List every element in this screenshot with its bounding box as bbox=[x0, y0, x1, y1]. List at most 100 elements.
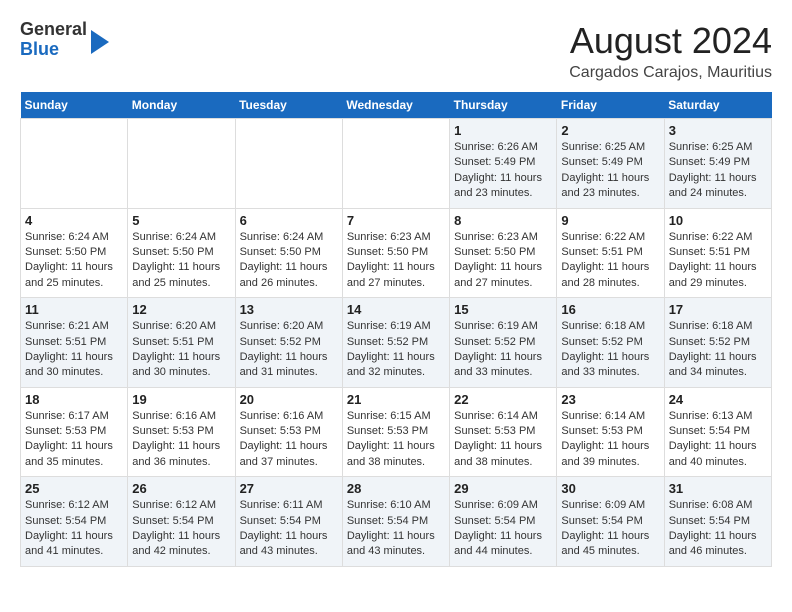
sunset-info: Sunset: 5:51 PM bbox=[669, 246, 750, 258]
calendar-table: SundayMondayTuesdayWednesdayThursdayFrid… bbox=[20, 92, 772, 567]
daylight-hours: Daylight: 11 hours and 32 minutes. bbox=[347, 351, 435, 378]
daylight-hours: Daylight: 11 hours and 26 minutes. bbox=[240, 261, 328, 288]
day-number: 29 bbox=[454, 481, 552, 496]
day-header-thursday: Thursday bbox=[450, 92, 557, 119]
calendar-cell: 26Sunrise: 6:12 AMSunset: 5:54 PMDayligh… bbox=[128, 477, 235, 567]
calendar-cell: 3 Sunrise: 6:25 AMSunset: 5:49 PMDaylight… bbox=[664, 119, 771, 209]
sunset-info: Sunset: 5:50 PM bbox=[454, 246, 535, 258]
day-header-wednesday: Wednesday bbox=[342, 92, 449, 119]
calendar-body: 1 Sunrise: 6:26 AM Sunset: 5:49 PM Daylight… bbox=[21, 119, 772, 567]
daylight-hours: Daylight: 11 hours and 42 minutes. bbox=[132, 530, 220, 557]
daylight-hours: Daylight: 11 hours and 39 minutes. bbox=[561, 440, 649, 467]
sunrise-info: Sunrise: 6:18 AM bbox=[561, 320, 645, 332]
daylight-hours: Daylight: 11 hours and 27 minutes. bbox=[347, 261, 435, 288]
day-number: 28 bbox=[347, 481, 445, 496]
calendar-cell: 15Sunrise: 6:19 AMSunset: 5:52 PMDayligh… bbox=[450, 298, 557, 388]
calendar-cell: 24 Sunrise: 6:13 AMSunset: 5:54 PMDayligh… bbox=[664, 387, 771, 477]
sunrise-info: Sunrise: 6:08 AM bbox=[669, 499, 753, 511]
calendar-cell: 5Sunrise: 6:24 AMSunset: 5:50 PMDaylight… bbox=[128, 208, 235, 298]
sunset-info: Sunset: 5:52 PM bbox=[347, 336, 428, 348]
calendar-cell: 28 Sunrise: 6:10 AM Sunset: 5:54 PM Dayligh… bbox=[342, 477, 449, 567]
day-info: Sunrise: 6:24 AMSunset: 5:50 PMDaylight:… bbox=[25, 230, 123, 292]
sunset-info: Sunset: 5:52 PM bbox=[669, 336, 750, 348]
daylight-hours: Daylight: 11 hours and 37 minutes. bbox=[240, 440, 328, 467]
daylight-hours: Daylight: 11 hours and 33 minutes. bbox=[454, 351, 542, 378]
page-header: General Blue August 2024 Cargados Carajo… bbox=[20, 20, 772, 82]
calendar-cell: 31 Sunrise: 6:08 AMSunset: 5:54 PMDayligh… bbox=[664, 477, 771, 567]
daylight-hours: Daylight: 11 hours and 44 minutes. bbox=[454, 530, 542, 557]
day-info: Sunrise: 6:14 AMSunset: 5:53 PMDaylight:… bbox=[454, 409, 552, 471]
day-header-sunday: Sunday bbox=[21, 92, 128, 119]
day-number: 26 bbox=[132, 481, 230, 496]
sunset-info: Sunset: 5:52 PM bbox=[240, 336, 321, 348]
day-info: Sunrise: 6:19 AM Sunset: 5:52 PM Daylight:… bbox=[454, 319, 552, 381]
calendar-cell: 18Sunrise: 6:17 AMSunset: 5:53 PMDayligh… bbox=[21, 387, 128, 477]
day-info: Sunrise: 6:14 AMSunset: 5:53 PMDaylight:… bbox=[561, 409, 659, 471]
month-title: August 2024 bbox=[569, 20, 772, 62]
day-number: 13 bbox=[240, 302, 338, 317]
sunset-info: Sunset: 5:51 PM bbox=[25, 336, 106, 348]
calendar-cell: 16 Sunrise: 6:18 AM Sunset: 5:52 PM Dayligh… bbox=[557, 298, 664, 388]
day-number: 20 bbox=[240, 392, 338, 407]
day-info: Sunrise: 6:23 AMSunset: 5:50 PMDaylight:… bbox=[454, 230, 552, 292]
sunset-info: Sunset: 5:50 PM bbox=[240, 246, 321, 258]
calendar-cell: 6Sunrise: 6:24 AMSunset: 5:50 PMDaylight… bbox=[235, 208, 342, 298]
sunset-info: Sunset: 5:54 PM bbox=[347, 515, 428, 527]
day-number: 3 bbox=[669, 123, 767, 138]
day-info: Sunrise: 6:16 AMSunset: 5:53 PMDaylight:… bbox=[132, 409, 230, 471]
day-info: Sunrise: 6:13 AMSunset: 5:54 PMDaylight:… bbox=[669, 409, 767, 471]
day-number: 7 bbox=[347, 213, 445, 228]
sunrise-info: Sunrise: 6:26 AM bbox=[454, 141, 538, 153]
sunrise-info: Sunrise: 6:16 AM bbox=[132, 410, 216, 422]
daylight-hours: Daylight: 11 hours and 30 minutes. bbox=[132, 351, 220, 378]
sunset-info: Sunset: 5:52 PM bbox=[454, 336, 535, 348]
day-info: Sunrise: 6:08 AMSunset: 5:54 PMDaylight:… bbox=[669, 498, 767, 560]
day-info: Sunrise: 6:25 AMSunset: 5:49 PMDaylight:… bbox=[561, 140, 659, 202]
day-number: 25 bbox=[25, 481, 123, 496]
day-number: 31 bbox=[669, 481, 767, 496]
day-info: Sunrise: 6:18 AM Sunset: 5:52 PM Daylight:… bbox=[561, 319, 659, 381]
day-info: Sunrise: 6:22 AMSunset: 5:51 PMDaylight:… bbox=[561, 230, 659, 292]
daylight-hours: Daylight: 11 hours and 43 minutes. bbox=[347, 530, 435, 557]
sunrise-info: Sunrise: 6:16 AM bbox=[240, 410, 324, 422]
calendar-cell: 19Sunrise: 6:16 AMSunset: 5:53 PMDayligh… bbox=[128, 387, 235, 477]
sunset-info: Sunset: 5:49 PM bbox=[561, 156, 642, 168]
sunrise-info: Sunrise: 6:17 AM bbox=[25, 410, 109, 422]
day-info: Sunrise: 6:25 AMSunset: 5:49 PMDaylight:… bbox=[669, 140, 767, 202]
sunset-info: Sunset: 5:53 PM bbox=[347, 425, 428, 437]
day-info: Sunrise: 6:11 AMSunset: 5:54 PMDaylight:… bbox=[240, 498, 338, 560]
sunset-info: Sunset: 5:53 PM bbox=[240, 425, 321, 437]
day-info: Sunrise: 6:09 AMSunset: 5:54 PMDaylight:… bbox=[454, 498, 552, 560]
calendar-cell: 17Sunrise: 6:18 AMSunset: 5:52 PMDayligh… bbox=[664, 298, 771, 388]
sunrise-info: Sunrise: 6:24 AM bbox=[132, 231, 216, 243]
calendar-cell: 11Sunrise: 6:21 AMSunset: 5:51 PMDayligh… bbox=[21, 298, 128, 388]
day-info: Sunrise: 6:12 AMSunset: 5:54 PMDaylight:… bbox=[25, 498, 123, 560]
week-row-4: 25 Sunrise: 6:12 AMSunset: 5:54 PMDayligh… bbox=[21, 477, 772, 567]
day-number: 11 bbox=[25, 302, 123, 317]
day-number: 10 bbox=[669, 213, 767, 228]
sunrise-info: Sunrise: 6:19 AM bbox=[454, 320, 538, 332]
daylight-hours: Daylight: 11 hours and 38 minutes. bbox=[454, 440, 542, 467]
sunset-info: Sunset: 5:54 PM bbox=[240, 515, 321, 527]
sunset-info: Sunset: 5:52 PM bbox=[561, 336, 642, 348]
daylight-hours: Daylight: 11 hours and 25 minutes. bbox=[25, 261, 113, 288]
sunset-info: Sunset: 5:53 PM bbox=[561, 425, 642, 437]
daylight-hours: Daylight: 11 hours and 38 minutes. bbox=[347, 440, 435, 467]
daylight-hours: Daylight: 11 hours and 31 minutes. bbox=[240, 351, 328, 378]
day-info: Sunrise: 6:16 AM Sunset: 5:53 PM Daylight:… bbox=[240, 409, 338, 471]
sunset-info: Sunset: 5:50 PM bbox=[132, 246, 213, 258]
day-number: 16 bbox=[561, 302, 659, 317]
calendar-cell: 8Sunrise: 6:23 AMSunset: 5:50 PMDaylight… bbox=[450, 208, 557, 298]
day-number: 24 bbox=[669, 392, 767, 407]
day-number: 1 bbox=[454, 123, 552, 138]
calendar-cell: 12Sunrise: 6:20 AMSunset: 5:51 PMDayligh… bbox=[128, 298, 235, 388]
sunset-info: Sunset: 5:53 PM bbox=[25, 425, 106, 437]
day-number: 2 bbox=[561, 123, 659, 138]
logo-line2: Blue bbox=[20, 40, 87, 60]
daylight-hours: Daylight: 11 hours and 33 minutes. bbox=[561, 351, 649, 378]
day-info: Sunrise: 6:19 AMSunset: 5:52 PMDaylight:… bbox=[347, 319, 445, 381]
calendar-cell: 14Sunrise: 6:19 AMSunset: 5:52 PMDayligh… bbox=[342, 298, 449, 388]
calendar-cell: 2 Sunrise: 6:25 AMSunset: 5:49 PMDaylight… bbox=[557, 119, 664, 209]
daylight-hours: Daylight: 11 hours and 30 minutes. bbox=[25, 351, 113, 378]
sunrise-info: Sunrise: 6:10 AM bbox=[347, 499, 431, 511]
